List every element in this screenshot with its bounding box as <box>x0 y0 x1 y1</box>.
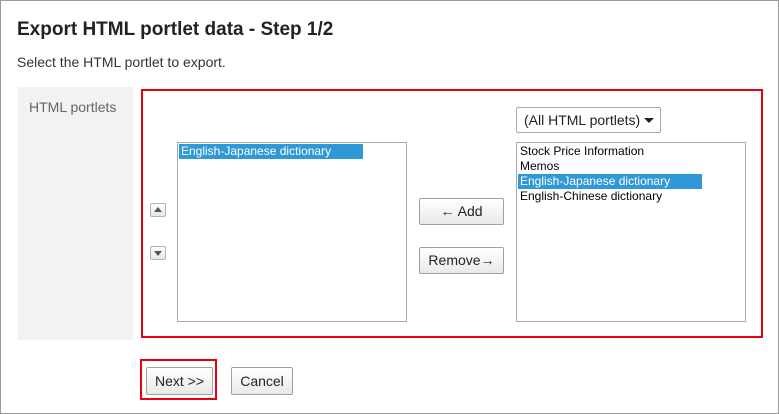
cancel-button[interactable]: Cancel <box>231 367 293 395</box>
field-label-cell: HTML portlets <box>18 87 133 340</box>
available-portlets-list[interactable]: Stock Price Information Memos English-Ja… <box>516 142 746 322</box>
list-item[interactable]: English-Japanese dictionary <box>518 174 702 189</box>
move-down-button[interactable] <box>150 246 166 260</box>
list-item[interactable]: Stock Price Information <box>518 144 744 159</box>
selected-portlets-list[interactable]: English-Japanese dictionary <box>177 142 407 322</box>
triangle-up-icon <box>154 207 162 212</box>
triangle-down-icon <box>154 251 162 256</box>
list-item[interactable]: English-Japanese dictionary <box>179 144 363 159</box>
field-label: HTML portlets <box>29 99 117 115</box>
portlet-filter-value: (All HTML portlets) <box>524 112 641 128</box>
next-button[interactable]: Next >> <box>146 367 213 395</box>
remove-button[interactable]: Remove→ <box>419 247 504 274</box>
caret-down-icon <box>644 118 654 123</box>
add-button[interactable]: ← Add <box>419 198 504 225</box>
page-subtitle: Select the HTML portlet to export. <box>17 54 226 70</box>
list-item[interactable]: English-Chinese dictionary <box>518 189 744 204</box>
list-item[interactable]: Memos <box>518 159 744 174</box>
page-title: Export HTML portlet data - Step 1/2 <box>17 19 334 40</box>
portlet-filter-select[interactable]: (All HTML portlets) <box>516 107 661 133</box>
move-up-button[interactable] <box>150 203 166 217</box>
